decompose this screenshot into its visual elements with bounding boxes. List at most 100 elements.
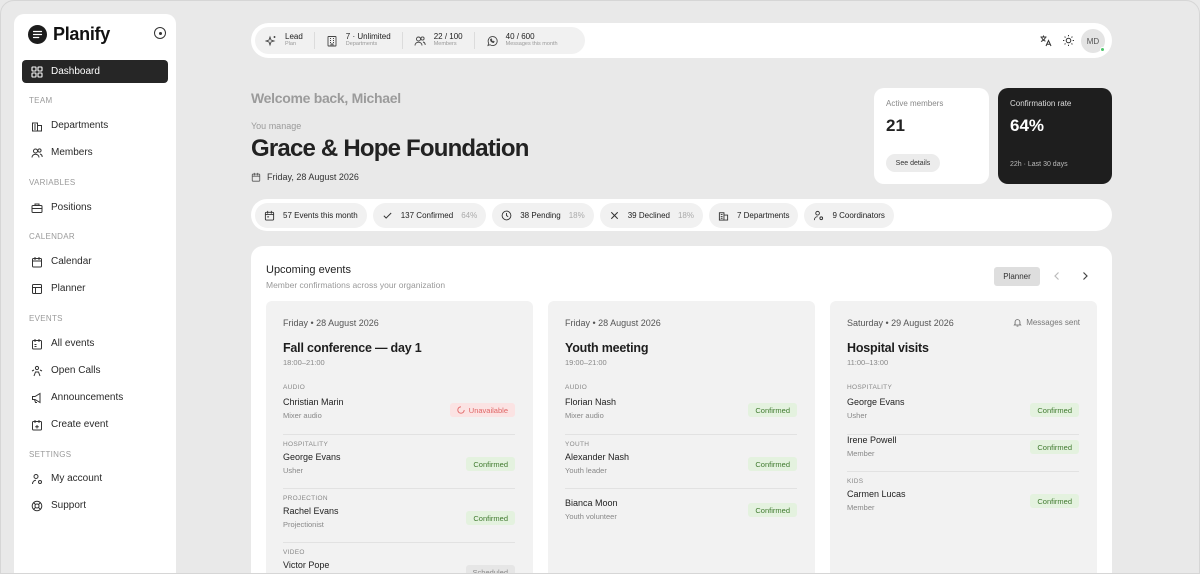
event-card[interactable]: Friday • 28 August 2026 Fall conference …	[266, 301, 533, 573]
event-time: 18:00–21:00	[283, 358, 325, 367]
top-bar: Lead Plan 7 · Unlimited Departments 22 / 1…	[251, 23, 1112, 58]
sidebar-item-departments[interactable]: Departments	[22, 114, 168, 137]
plan-usage-stats[interactable]: Lead Plan 7 · Unlimited Departments 22 / 1…	[255, 27, 585, 54]
assignment-row[interactable]: PROJECTION Rachel Evans Projectionist Co…	[283, 489, 515, 543]
sidebar-item-positions[interactable]: Positions	[22, 196, 168, 219]
grid-icon	[32, 283, 42, 294]
event-date: Friday • 28 August 2026	[283, 318, 379, 328]
sun-icon[interactable]	[1062, 34, 1075, 47]
event-card[interactable]: Saturday • 29 August 2026 Messages sent …	[830, 301, 1097, 573]
stat-label: Members	[433, 40, 457, 47]
assignment-row[interactable]: AUDIO Christian Marin Mixer audio Unavai…	[283, 381, 515, 435]
status-badge: Confirmed	[1030, 440, 1079, 454]
stat-label: Messages this month	[505, 40, 558, 47]
sidebar-item-announcements[interactable]: Announcements	[22, 386, 168, 409]
stat-label: Departments	[345, 40, 378, 47]
stat-members: 22 / 100 Members	[414, 32, 475, 49]
card-value: 64%	[1010, 116, 1045, 135]
people-call-icon	[31, 365, 43, 376]
clock-icon	[501, 210, 512, 220]
sidebar-item-planner[interactable]: Planner	[22, 277, 168, 300]
chip-departments[interactable]: 7 Departments	[708, 202, 799, 228]
users-icon	[414, 35, 426, 46]
calendar-plus-icon	[32, 419, 42, 430]
messages-sent-label: Messages sent	[1026, 318, 1080, 327]
event-card[interactable]: Friday • 28 August 2026 Youth meeting 19…	[548, 301, 815, 573]
member-name: George Evans	[283, 452, 341, 462]
member-name: Florian Nash	[565, 397, 617, 407]
sidebar-item-label: All events	[51, 338, 95, 349]
sidebar-item-label: Open Calls	[51, 365, 101, 376]
bell-icon	[1013, 319, 1022, 327]
sidebar-item-label: Calendar	[51, 256, 92, 267]
sidebar-item-support[interactable]: Support	[22, 494, 168, 517]
assignment-row[interactable]: YOUTH Alexander Nash Youth leader Confir…	[565, 435, 797, 489]
building-icon	[718, 211, 729, 221]
event-time: 19:00–21:00	[565, 358, 607, 367]
chip-declined[interactable]: 39 Declined 18%	[599, 202, 703, 228]
member-role: Mixer audio	[565, 411, 604, 420]
users-icon	[31, 147, 43, 158]
assignment-row[interactable]: KIDS Carmen Lucas Member Confirmed	[847, 472, 1079, 526]
brand[interactable]: Planify	[28, 23, 110, 45]
sidebar-item-members[interactable]: Members	[22, 141, 168, 164]
user-settings-icon	[32, 473, 42, 484]
online-status-dot	[1100, 47, 1105, 52]
chip-text: 57 Events this month	[283, 210, 358, 220]
chip-events-this-month[interactable]: 57 Events this month	[255, 202, 367, 228]
sidebar-item-dashboard[interactable]: Dashboard	[22, 60, 168, 83]
card-label: Confirmation rate	[1010, 99, 1072, 108]
member-name: Rachel Evans	[283, 506, 339, 516]
assignment-row[interactable]: HOSPITALITY George Evans Usher Confirmed	[847, 381, 1079, 435]
member-name: George Evans	[847, 397, 905, 407]
brand-logo-icon	[28, 24, 47, 44]
assignment-row[interactable]: HOSPITALITY George Evans Usher Confirmed	[283, 435, 515, 489]
event-date: Saturday • 29 August 2026	[847, 318, 954, 328]
you-manage-label: You manage	[251, 121, 302, 131]
assignment-row[interactable]: Bianca Moon Youth volunteer Confirmed	[565, 489, 797, 526]
section-subtitle: Member confirmations across your organiz…	[266, 280, 446, 290]
see-details-button[interactable]: See details	[886, 154, 940, 172]
sidebar-item-create-event[interactable]: Create event	[22, 413, 168, 436]
sidebar-item-open-calls[interactable]: Open Calls	[22, 359, 168, 382]
department-label: AUDIO	[565, 384, 588, 391]
status-badge: Confirmed	[748, 457, 797, 471]
dashboard-icon	[31, 65, 43, 78]
stat-label: Plan	[285, 40, 297, 47]
planner-button[interactable]: Planner	[994, 267, 1040, 286]
sidebar-item-my-account[interactable]: My account	[22, 467, 168, 490]
sidebar-item-all-events[interactable]: All events	[22, 332, 168, 355]
status-badge: Unavailable	[449, 403, 515, 417]
status-badge: Confirmed	[748, 503, 797, 517]
assignment-row[interactable]: Irene Powell Member Confirmed	[847, 435, 1079, 472]
chip-confirmed[interactable]: 137 Confirmed 64%	[372, 202, 487, 228]
member-role: Youth leader	[565, 466, 607, 475]
assignment-row[interactable]: AUDIO Florian Nash Mixer audio Confirmed	[565, 381, 797, 435]
current-date-text: Friday, 28 August 2026	[267, 172, 359, 182]
confirmation-rate-card: Confirmation rate 64% 22h · Last 30 days	[998, 88, 1112, 184]
x-icon	[610, 211, 618, 219]
sidebar-toggle-icon[interactable]	[154, 27, 166, 39]
translate-icon[interactable]	[1039, 34, 1052, 47]
card-value: 21	[886, 116, 905, 135]
briefcase-icon	[31, 203, 43, 213]
chip-pending[interactable]: 38 Pending 18%	[492, 202, 594, 228]
building-icon	[32, 122, 42, 131]
sidebar-section-team: TEAM	[29, 96, 53, 105]
avatar[interactable]: MD	[1081, 29, 1105, 53]
chevron-left-icon[interactable]	[1051, 270, 1063, 282]
event-title: Hospital visits	[847, 341, 929, 355]
department-label: AUDIO	[283, 384, 306, 391]
department-label: YOUTH	[565, 441, 590, 448]
chip-coordinators[interactable]: 9 Coordinators	[804, 202, 894, 228]
page-title: Grace & Hope Foundation	[251, 135, 529, 162]
app-window: Planify Dashboard TEAM Departments Membe…	[0, 0, 1200, 574]
member-role: Projectionist	[283, 520, 324, 529]
assignment-row[interactable]: VIDEO Victor Pope Scheduled	[283, 543, 515, 573]
chevron-right-icon[interactable]	[1079, 270, 1091, 282]
check-icon	[383, 212, 392, 219]
avatar-initials: MD	[1086, 36, 1100, 46]
department-label: HOSPITALITY	[283, 441, 329, 448]
sidebar-item-calendar[interactable]: Calendar	[22, 250, 168, 273]
member-role: Member	[847, 449, 875, 458]
